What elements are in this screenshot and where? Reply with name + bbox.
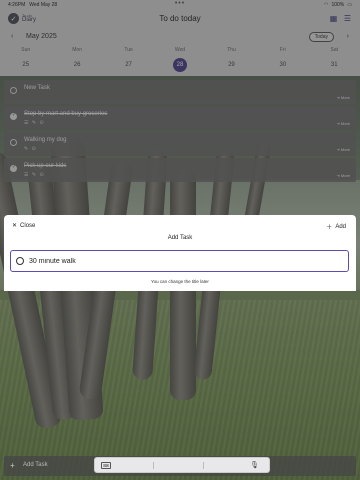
toolbar-divider bbox=[153, 462, 154, 469]
close-label: Close bbox=[20, 222, 36, 229]
plus-icon: ＋ bbox=[326, 225, 333, 231]
keyboard-icon[interactable]: ⌨ bbox=[101, 462, 111, 469]
close-button[interactable]: ✕ Close bbox=[12, 222, 36, 230]
modal-hint: You can change the title later bbox=[4, 279, 356, 291]
toolbar-divider bbox=[203, 462, 204, 469]
close-icon: ✕ bbox=[12, 223, 18, 229]
plus-icon: + bbox=[10, 461, 15, 470]
task-circle-icon bbox=[16, 257, 24, 265]
add-task-label: Add Task bbox=[23, 462, 48, 468]
task-title-input[interactable] bbox=[29, 254, 329, 268]
task-title-field[interactable] bbox=[10, 250, 349, 272]
add-label: Add bbox=[335, 223, 346, 230]
add-button[interactable]: ＋ Add bbox=[326, 222, 346, 232]
keyboard-toolbar: ⌨ 🎙 bbox=[94, 457, 270, 473]
modal-title: Add Task bbox=[167, 235, 193, 241]
microphone-icon[interactable]: 🎙 bbox=[250, 461, 259, 469]
